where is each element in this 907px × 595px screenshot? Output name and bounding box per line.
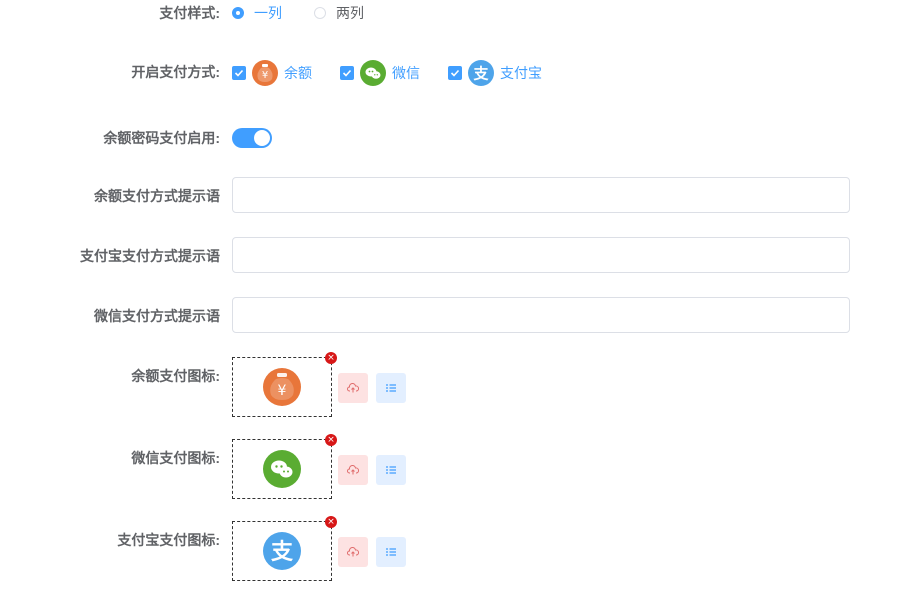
alipay-icon: 支	[468, 60, 494, 86]
pay-method-wechat-checkbox[interactable]: 微信	[340, 60, 420, 86]
checkbox-label: 余额	[284, 65, 312, 81]
money-bag-icon: ¥	[263, 368, 301, 406]
balance-icon-label: 余额支付图标:	[131, 368, 220, 384]
upload-cloud-button[interactable]	[338, 537, 368, 567]
checkbox-label: 支付宝	[500, 65, 542, 81]
remove-icon[interactable]: ×	[325, 516, 337, 528]
checkmark-icon	[450, 69, 460, 77]
wechat-icon-label: 微信支付图标:	[131, 450, 220, 466]
upload-cloud-button[interactable]	[338, 455, 368, 485]
alipay-icon-label: 支付宝支付图标:	[117, 532, 220, 548]
radio-indicator	[314, 7, 326, 19]
list-icon	[386, 384, 396, 392]
wechat-icon	[263, 450, 301, 488]
checkmark-icon	[234, 69, 244, 77]
select-list-button[interactable]	[376, 373, 406, 403]
alipay-tip-input[interactable]	[232, 237, 850, 273]
money-bag-icon: ¥	[252, 60, 278, 86]
pay-methods-label: 开启支付方式:	[131, 64, 220, 80]
checkbox-indicator	[232, 66, 246, 80]
pay-style-one-column-radio[interactable]: 一列	[232, 3, 282, 23]
svg-text:¥: ¥	[278, 383, 287, 399]
select-list-button[interactable]	[376, 455, 406, 485]
remove-icon[interactable]: ×	[325, 352, 337, 364]
cloud-upload-icon	[347, 464, 359, 475]
list-icon	[386, 466, 396, 474]
balance-password-label: 余额密码支付启用:	[103, 130, 220, 146]
remove-icon[interactable]: ×	[325, 434, 337, 446]
radio-label: 两列	[336, 5, 364, 21]
balance-tip-label: 余额支付方式提示语	[94, 188, 220, 204]
select-list-button[interactable]	[376, 537, 406, 567]
checkmark-icon	[342, 69, 352, 77]
balance-icon-upload[interactable]: ¥ ×	[232, 352, 337, 417]
checkbox-indicator	[448, 66, 462, 80]
balance-password-switch[interactable]	[232, 128, 272, 148]
svg-text:支: 支	[271, 540, 294, 565]
wechat-icon-upload[interactable]: ×	[232, 434, 337, 499]
pay-method-alipay-checkbox[interactable]: 支 支付宝	[448, 60, 542, 86]
checkbox-label: 微信	[392, 65, 420, 81]
alipay-icon-upload[interactable]: 支 ×	[232, 516, 337, 581]
radio-indicator	[232, 7, 244, 19]
switch-knob	[254, 130, 270, 146]
svg-text:支: 支	[472, 65, 489, 83]
wechat-tip-label: 微信支付方式提示语	[94, 308, 220, 324]
alipay-tip-label: 支付宝支付方式提示语	[80, 248, 220, 264]
pay-style-label: 支付样式:	[159, 5, 220, 21]
pay-style-two-columns-radio[interactable]: 两列	[314, 3, 364, 23]
pay-method-balance-checkbox[interactable]: ¥ 余额	[232, 60, 312, 86]
cloud-upload-icon	[347, 546, 359, 557]
list-icon	[386, 548, 396, 556]
wechat-tip-input[interactable]	[232, 297, 850, 333]
balance-tip-input[interactable]	[232, 177, 850, 213]
checkbox-indicator	[340, 66, 354, 80]
cloud-upload-icon	[347, 382, 359, 393]
upload-cloud-button[interactable]	[338, 373, 368, 403]
alipay-icon: 支	[263, 532, 301, 570]
wechat-icon	[360, 60, 386, 86]
svg-text:¥: ¥	[262, 70, 268, 81]
radio-label: 一列	[254, 5, 282, 21]
